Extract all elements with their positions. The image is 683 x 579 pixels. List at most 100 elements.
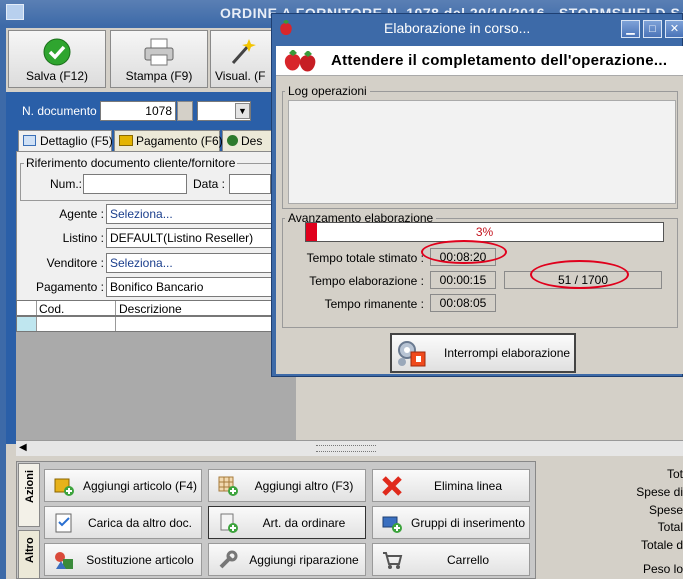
globe-icon [227, 135, 238, 146]
tab-other[interactable]: Altro [18, 530, 40, 579]
price-list-select[interactable]: DEFAULT(Listino Reseller) [106, 228, 274, 248]
reference-num-field[interactable] [83, 174, 187, 194]
load-from-doc-button[interactable]: Carica da altro doc. [44, 506, 202, 539]
stop-processing-button[interactable]: Interrompi elaborazione [390, 333, 576, 373]
checklist-icon [55, 513, 72, 533]
checkmark-icon [43, 38, 71, 66]
magic-wand-icon [231, 39, 256, 64]
view-button[interactable]: Visual. (F [210, 30, 274, 88]
app-icon [6, 4, 24, 20]
close-icon[interactable]: ✕ [665, 20, 683, 38]
progress-dialog[interactable]: Elaborazione in corso... ▁ □ ✕ Attendere… [271, 13, 683, 377]
totals-panel: Tot Spese di Spese Total Totale d Peso l… [536, 461, 683, 579]
cart-button[interactable]: Carrello [372, 543, 530, 576]
printer-icon [144, 38, 174, 66]
dialog-header: Attendere il completamento dell'operazio… [276, 46, 683, 76]
stop-processing-label: Interrompi elaborazione [444, 346, 571, 360]
seller-select[interactable]: Seleziona... [106, 253, 274, 273]
dialog-message: Attendere il completamento dell'operazio… [331, 52, 668, 69]
articles-to-order-button[interactable]: Art. da ordinare [208, 506, 366, 539]
tab-detail[interactable]: Dettaglio (F5) [18, 130, 113, 152]
minimize-icon[interactable]: ▁ [621, 20, 640, 38]
document-number-field[interactable]: 1078 [100, 101, 176, 121]
maximize-icon[interactable]: □ [643, 20, 662, 38]
estimated-total-value: 00:08:20 [430, 248, 496, 266]
cart-label: Carrello [446, 553, 489, 567]
cart-icon [383, 552, 403, 569]
insert-groups-label: Gruppi di inserimento [411, 516, 526, 530]
reference-date-label: Data : [193, 177, 226, 191]
log-group-label: Log operazioni [285, 84, 370, 98]
insert-groups-button[interactable]: Gruppi di inserimento [372, 506, 530, 539]
column-header-code[interactable]: Cod. [39, 302, 64, 316]
tab-payment[interactable]: Pagamento (F6) [114, 130, 223, 152]
column-divider [115, 301, 116, 315]
tab-destination-label: Des [241, 134, 263, 148]
totals-label: Spese di [636, 485, 683, 499]
agent-select[interactable]: Seleziona... [106, 204, 274, 224]
dialog-title: Elaborazione in corso... [384, 20, 531, 36]
money-icon [119, 135, 133, 146]
table-row[interactable] [16, 316, 296, 332]
reference-num-label: Num.: [50, 177, 83, 191]
elapsed-time-value: 00:00:15 [430, 271, 496, 289]
totals-label: Total [657, 520, 683, 534]
replace-article-label: Sostituzione articolo [86, 553, 194, 567]
tab-actions[interactable]: Azioni [18, 463, 40, 527]
progress-bar: 3% [305, 222, 664, 242]
scroll-left-icon[interactable]: ◀ [19, 442, 27, 453]
group-add-icon [382, 516, 402, 533]
document-number-spin[interactable] [177, 101, 193, 121]
payment-label: Pagamento : [35, 280, 104, 294]
grid-header-corner [17, 301, 37, 315]
save-button-label: Salva (F12) [25, 69, 89, 83]
save-button[interactable]: Salva (F12) [8, 30, 106, 88]
add-other-button[interactable]: Aggiungi altro (F3) [208, 469, 366, 502]
totals-label: Tot [666, 467, 683, 481]
print-button[interactable]: Stampa (F9) [110, 30, 208, 88]
document-number-label: N. documento : [22, 104, 104, 118]
elapsed-time-label: Tempo elaborazione : [309, 274, 424, 288]
dialog-client: Attendere il completamento dell'operazio… [276, 46, 683, 374]
add-article-button[interactable]: Aggiungi articolo (F4) [44, 469, 202, 502]
replace-article-button[interactable]: Sostituzione articolo [44, 543, 202, 576]
view-button-label: Visual. (F [215, 69, 266, 83]
tab-detail-label: Dettaglio (F5) [40, 134, 113, 148]
tab-other-label: Altro [24, 536, 36, 563]
progress-percent-text: 3% [475, 225, 494, 239]
strawberries-icon [284, 50, 316, 72]
chevron-down-icon[interactable]: ▼ [235, 103, 250, 119]
gear-stop-icon [398, 341, 426, 367]
totals-label: Totale d [640, 538, 683, 552]
price-list-label: Listino : [62, 231, 104, 245]
add-other-label: Aggiungi altro (F3) [254, 479, 354, 493]
column-header-description[interactable]: Descrizione [119, 302, 182, 316]
payment-select[interactable]: Bonifico Bancario [106, 277, 274, 297]
grid-add-icon [218, 476, 238, 496]
box-add-icon [54, 478, 74, 496]
delete-x-icon [382, 476, 402, 496]
horizontal-scrollbar[interactable]: ◀ [16, 440, 683, 456]
add-repair-button[interactable]: Aggiungi riparazione [208, 543, 366, 576]
reference-date-field[interactable] [229, 174, 271, 194]
reference-group-label: Riferimento documento cliente/fornitore [24, 156, 238, 170]
totals-label: Peso lo [642, 562, 683, 576]
delete-line-button[interactable]: Elimina linea [372, 469, 530, 502]
print-button-label: Stampa (F9) [125, 69, 193, 83]
log-textarea[interactable] [288, 100, 676, 204]
estimated-total-label: Tempo totale stimato : [306, 251, 424, 265]
document-add-icon [220, 513, 238, 533]
grid-header: Cod. Descrizione [16, 300, 296, 316]
table-icon [23, 135, 36, 146]
scrollbar-grip[interactable] [316, 445, 376, 452]
articles-to-order-label: Art. da ordinare [262, 516, 346, 530]
processed-count-value: 51 / 1700 [504, 271, 662, 289]
delete-line-label: Elimina linea [433, 479, 503, 493]
remaining-time-value: 00:08:05 [430, 294, 496, 312]
tab-payment-label: Pagamento (F6) [136, 134, 223, 148]
column-divider [115, 317, 116, 331]
add-article-label: Aggiungi articolo (F4) [83, 479, 198, 493]
row-selector[interactable] [17, 317, 37, 331]
load-from-doc-label: Carica da altro doc. [87, 516, 193, 530]
tab-actions-label: Azioni [24, 470, 36, 503]
